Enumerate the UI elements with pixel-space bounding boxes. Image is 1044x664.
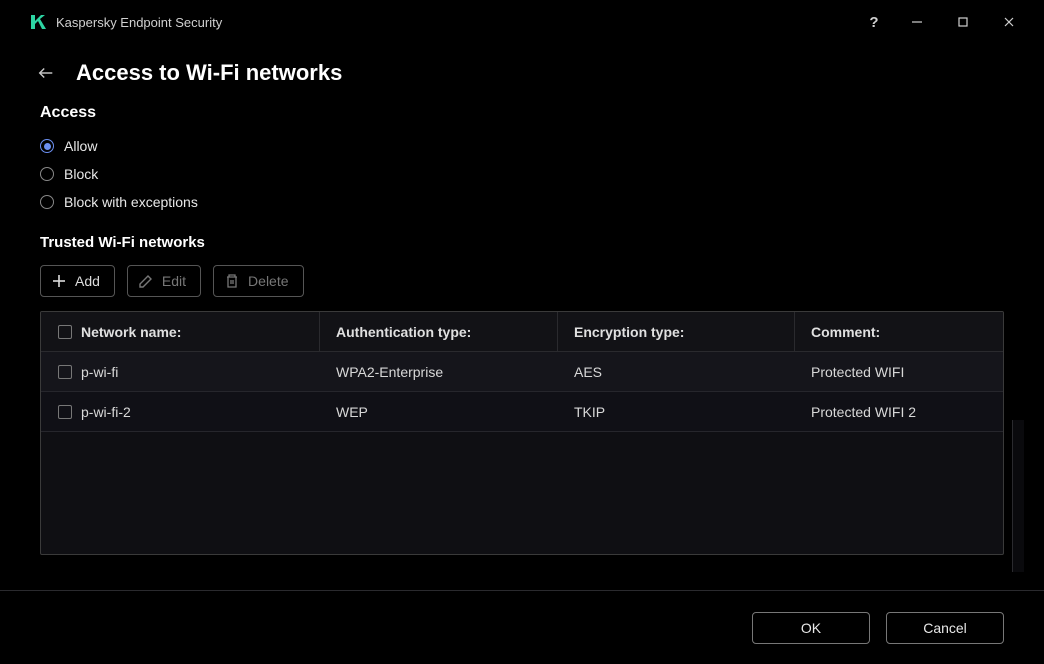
app-logo-icon <box>28 12 48 32</box>
header-network-name[interactable]: Network name: <box>81 312 320 351</box>
back-button[interactable] <box>34 61 58 85</box>
table-row[interactable]: p-wi-fi WPA2-Enterprise AES Protected WI… <box>41 352 1003 392</box>
cell-auth-type: WEP <box>320 392 558 431</box>
add-label: Add <box>75 273 100 289</box>
window: Kaspersky Endpoint Security ? Access to … <box>0 0 1044 664</box>
radio-icon <box>40 195 54 209</box>
radio-label: Allow <box>64 138 97 154</box>
cell-comment: Protected WIFI <box>795 352 1003 391</box>
cell-network-name: p-wi-fi-2 <box>81 392 320 431</box>
row-checkbox-cell <box>41 392 81 431</box>
titlebar-controls: ? <box>854 6 1032 38</box>
cell-comment: Protected WIFI 2 <box>795 392 1003 431</box>
footer: OK Cancel <box>0 590 1044 664</box>
select-all-checkbox[interactable] <box>58 325 72 339</box>
delete-button[interactable]: Delete <box>213 265 303 297</box>
radio-allow[interactable]: Allow <box>40 132 1004 160</box>
edit-label: Edit <box>162 273 186 289</box>
header-enc-type[interactable]: Encryption type: <box>558 312 795 351</box>
edit-button[interactable]: Edit <box>127 265 201 297</box>
page-header: Access to Wi-Fi networks <box>0 44 1044 104</box>
pencil-icon <box>138 273 154 289</box>
radio-label: Block <box>64 166 98 182</box>
radio-icon <box>40 167 54 181</box>
delete-label: Delete <box>248 273 288 289</box>
header-comment[interactable]: Comment: <box>795 312 1003 351</box>
access-section-label: Access <box>40 104 1004 122</box>
minimize-button[interactable] <box>894 6 940 38</box>
add-button[interactable]: Add <box>40 265 115 297</box>
access-radio-group: Allow Block Block with exceptions <box>40 132 1004 216</box>
maximize-button[interactable] <box>940 6 986 38</box>
row-checkbox-cell <box>41 352 81 391</box>
titlebar: Kaspersky Endpoint Security ? <box>0 0 1044 44</box>
table-scrollbar[interactable] <box>1012 420 1024 572</box>
cancel-button[interactable]: Cancel <box>886 612 1004 644</box>
radio-label: Block with exceptions <box>64 194 198 210</box>
table-header: Network name: Authentication type: Encry… <box>41 312 1003 352</box>
header-checkbox-cell <box>41 312 81 351</box>
help-button[interactable]: ? <box>854 6 894 38</box>
row-checkbox[interactable] <box>58 365 72 379</box>
page-title: Access to Wi-Fi networks <box>76 60 342 86</box>
cell-auth-type: WPA2-Enterprise <box>320 352 558 391</box>
trash-icon <box>224 273 240 289</box>
content: Access Allow Block Block with exceptions… <box>0 104 1044 572</box>
table-row[interactable]: p-wi-fi-2 WEP TKIP Protected WIFI 2 <box>41 392 1003 432</box>
cell-enc-type: AES <box>558 352 795 391</box>
trusted-section-label: Trusted Wi-Fi networks <box>40 234 1004 251</box>
trusted-networks-table: Network name: Authentication type: Encry… <box>40 311 1004 555</box>
header-auth-type[interactable]: Authentication type: <box>320 312 558 351</box>
radio-block-exceptions[interactable]: Block with exceptions <box>40 188 1004 216</box>
app-title: Kaspersky Endpoint Security <box>56 15 854 30</box>
close-button[interactable] <box>986 6 1032 38</box>
toolbar: Add Edit Delete <box>40 265 1004 297</box>
row-checkbox[interactable] <box>58 405 72 419</box>
cell-network-name: p-wi-fi <box>81 352 320 391</box>
cell-enc-type: TKIP <box>558 392 795 431</box>
plus-icon <box>51 273 67 289</box>
radio-block[interactable]: Block <box>40 160 1004 188</box>
ok-button[interactable]: OK <box>752 612 870 644</box>
radio-icon <box>40 139 54 153</box>
